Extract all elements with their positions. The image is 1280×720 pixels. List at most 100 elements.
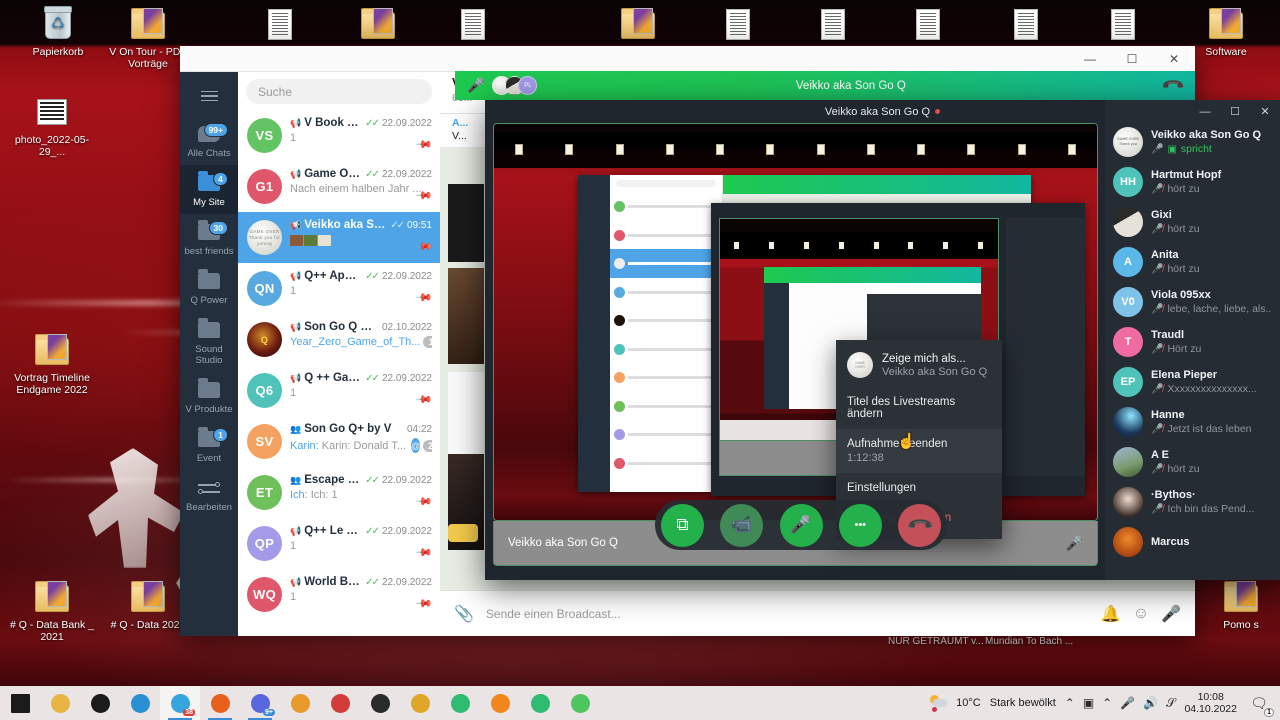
maximize-button[interactable]: ☐ (1111, 46, 1153, 72)
notification-button[interactable]: 🗨 1 (1246, 690, 1274, 717)
notes-button[interactable] (440, 686, 480, 720)
more-button[interactable]: ••• (838, 503, 882, 547)
participant-row[interactable]: EP Elena Pieper 🎤̸ Xxxxxxxxxxxxxxx... (1105, 362, 1280, 402)
microphone-icon[interactable]: 🎤 (1066, 535, 1083, 552)
discord-button[interactable]: 9+ (240, 686, 280, 720)
desktop-icon[interactable] (978, 4, 1074, 46)
chat-list-item[interactable]: 📢Son Go Q Vid...02.10.2022 Year_Zero_Game… (238, 314, 440, 365)
folder-item-event[interactable]: 1 Event (180, 421, 238, 470)
chat-list-item[interactable]: G1 📢Game Ove...✓✓22.09.2022 Nach einem hal… (238, 161, 440, 212)
smiley-icon[interactable]: ☺ (1133, 605, 1149, 623)
desktop-icon[interactable]: Pomo s (1193, 577, 1280, 631)
participant-row[interactable]: GAME OVER Thank you Veikko aka Son Go Q 🎤 ▣ s… (1105, 122, 1280, 162)
firefox-button[interactable] (200, 686, 240, 720)
desktop-icon[interactable] (880, 4, 976, 46)
dropbox-button[interactable] (80, 686, 120, 720)
menu-item-einstellungen[interactable]: Einstellungen (836, 473, 1002, 503)
telegram-button[interactable]: 38 (160, 686, 200, 720)
participant-row[interactable]: A Anita 🎤̸ hört zu (1105, 242, 1280, 282)
media-button[interactable] (560, 686, 600, 720)
minimize-button[interactable]: — (1190, 100, 1220, 123)
store-button[interactable] (320, 686, 360, 720)
edge-button[interactable] (120, 686, 160, 720)
desktop-icon[interactable] (425, 4, 521, 46)
hangup-icon[interactable]: 📞 (1161, 73, 1187, 99)
hangup-button[interactable]: 📞 (898, 503, 941, 547)
hamburger-icon[interactable] (180, 80, 238, 112)
media-player-button[interactable] (280, 686, 320, 720)
folder-item-alle-chats[interactable]: 99+ Alle Chats (180, 116, 238, 165)
microphone-icon[interactable]: 🎤 (1161, 604, 1181, 624)
folder-item-q-power[interactable]: Q Power (180, 263, 238, 312)
chat-list-item[interactable]: VS📢V Book SKi...✓✓22.09.20221📌 (238, 110, 440, 161)
screencast-icon[interactable]: ▣ (1083, 696, 1094, 710)
folder-item-my-site[interactable]: 4 My Site (180, 165, 238, 214)
close-button[interactable]: ✕ (1250, 100, 1280, 123)
minimize-button[interactable]: — (1069, 46, 1111, 72)
file-explorer-button[interactable] (40, 686, 80, 720)
avatar: SV (247, 424, 282, 459)
folder-item-bearbeiten[interactable]: Bearbeiten (180, 470, 238, 519)
search-input[interactable]: Suche (246, 79, 432, 104)
menu-item-titel-des-livestreams-ändern[interactable]: Titel des Livestreams ändern (836, 387, 1002, 429)
active-call-bar[interactable]: 🎤 PL Veikko aka Son Go Q 📞 (455, 71, 1195, 100)
desktop-icon[interactable]: Vortrag Timeline Endgame 2022 (4, 330, 100, 396)
chat-app-button[interactable] (520, 686, 560, 720)
microphone-icon[interactable]: 🎤 (467, 77, 484, 94)
chat-rows: VS📢V Book SKi...✓✓22.09.20221📌G1📢Game Ov… (238, 110, 440, 620)
participant-row[interactable]: T Traudl 🎤̸ Hört zu (1105, 322, 1280, 362)
show-hidden-icons[interactable]: ⌃ (1065, 696, 1075, 710)
desktop-icon[interactable] (590, 4, 686, 46)
microphone-button[interactable]: 🎤 (779, 503, 823, 547)
taskbar-clock[interactable]: 10:08 04.10.2022 (1184, 691, 1237, 715)
menu-item-aufnahme-beenden[interactable]: Aufnahme beenden 1:12:38 (836, 429, 1002, 473)
participant-row[interactable]: Hanne 🎤̸ Jetzt ist das leben (1105, 402, 1280, 442)
desktop-icon[interactable] (1075, 4, 1171, 46)
network-button[interactable] (360, 686, 400, 720)
camera-button[interactable]: 📹 (720, 503, 764, 547)
folder-item-v-produkte[interactable]: V Produkte (180, 372, 238, 421)
close-button[interactable]: ✕ (1153, 46, 1195, 72)
avatar: HH (1113, 167, 1143, 197)
audacity-button[interactable] (400, 686, 440, 720)
brave-button[interactable] (480, 686, 520, 720)
folder-item-sound-studio[interactable]: Sound Studio (180, 312, 238, 372)
start-button[interactable] (0, 686, 40, 720)
desktop-icon[interactable]: # Q - Data Bank _ 2021 (4, 577, 100, 643)
desktop-icon[interactable] (785, 4, 881, 46)
bluetooth-icon[interactable]: 𝒮 (1166, 696, 1175, 711)
desktop-icon[interactable] (690, 4, 786, 46)
chat-list-item[interactable]: Q6 📢 Q ++ Gam... ✓✓ 22.09.2022 1 📌 (238, 365, 440, 416)
share-screen-button[interactable]: ⧉ (661, 503, 704, 547)
folder-item-best-friends[interactable]: 30 best friends (180, 214, 238, 263)
chat-list-item[interactable]: WQ📢World Brai...✓✓22.09.20221📌 (238, 569, 440, 620)
folder-list: 99+ Alle Chats 4 My Site 30 best friends Q Pow… (180, 116, 238, 519)
chat-list-item[interactable]: QP📢Q++ Le Co...✓✓22.09.20221📌 (238, 518, 440, 569)
chat-list-item[interactable]: ET👥Escape To ...✓✓22.09.2022Ich: Ich: 1📌 (238, 467, 440, 518)
volume-icon[interactable]: 🔊 (1143, 696, 1158, 710)
wifi-icon[interactable]: ⌃ (1102, 696, 1112, 710)
desktop-icon[interactable] (330, 4, 426, 46)
icon-glyph (1075, 4, 1171, 44)
chat-list-item[interactable]: SV 👥 Son Go Q+ by V 04:22 Karin: Karin: Dona… (238, 416, 440, 467)
chat-list-item[interactable]: GAME OVER Thank you for joining 📢 Veikko ak… (238, 212, 440, 263)
participant-row[interactable]: ·Bythos· 🎤̸ Ich bin das Pend... (1105, 482, 1280, 522)
participant-row[interactable]: Gixi 🎤̸ hört zu (1105, 202, 1280, 242)
message-media (448, 268, 484, 364)
shared-screen-view[interactable] (493, 123, 1098, 521)
read-checks-icon: ✓✓ (365, 525, 380, 537)
broadcast-input[interactable]: Sende einen Broadcast... (486, 607, 1089, 621)
maximize-button[interactable]: ☐ (1220, 100, 1250, 123)
participant-row[interactable]: HH Hartmut Hopf 🎤̸ hört zu (1105, 162, 1280, 202)
participant-row[interactable]: Marcus (1105, 522, 1280, 562)
chat-list-item[interactable]: QN📢Q++ ApoQ...✓✓22.09.20221📌 (238, 263, 440, 314)
participant-row[interactable]: V0 Viola 095xx 🎤̸ lebe, lache, liebe, als..… (1105, 282, 1280, 322)
desktop-icon[interactable]: Papierkorb (10, 4, 106, 58)
paperclip-icon[interactable]: 📎 (454, 604, 474, 624)
desktop-icon[interactable]: photo_2022-05-29_... (4, 92, 100, 158)
participant-row[interactable]: A E 🎤̸ hört zu (1105, 442, 1280, 482)
desktop-icon[interactable] (232, 4, 328, 46)
bell-icon[interactable]: 🔔 (1101, 604, 1121, 624)
show-me-as-row[interactable]: GAME OVER Zeige mich als... Veikko aka So… (836, 344, 1002, 387)
microphone-icon[interactable]: 🎤 (1120, 696, 1135, 710)
